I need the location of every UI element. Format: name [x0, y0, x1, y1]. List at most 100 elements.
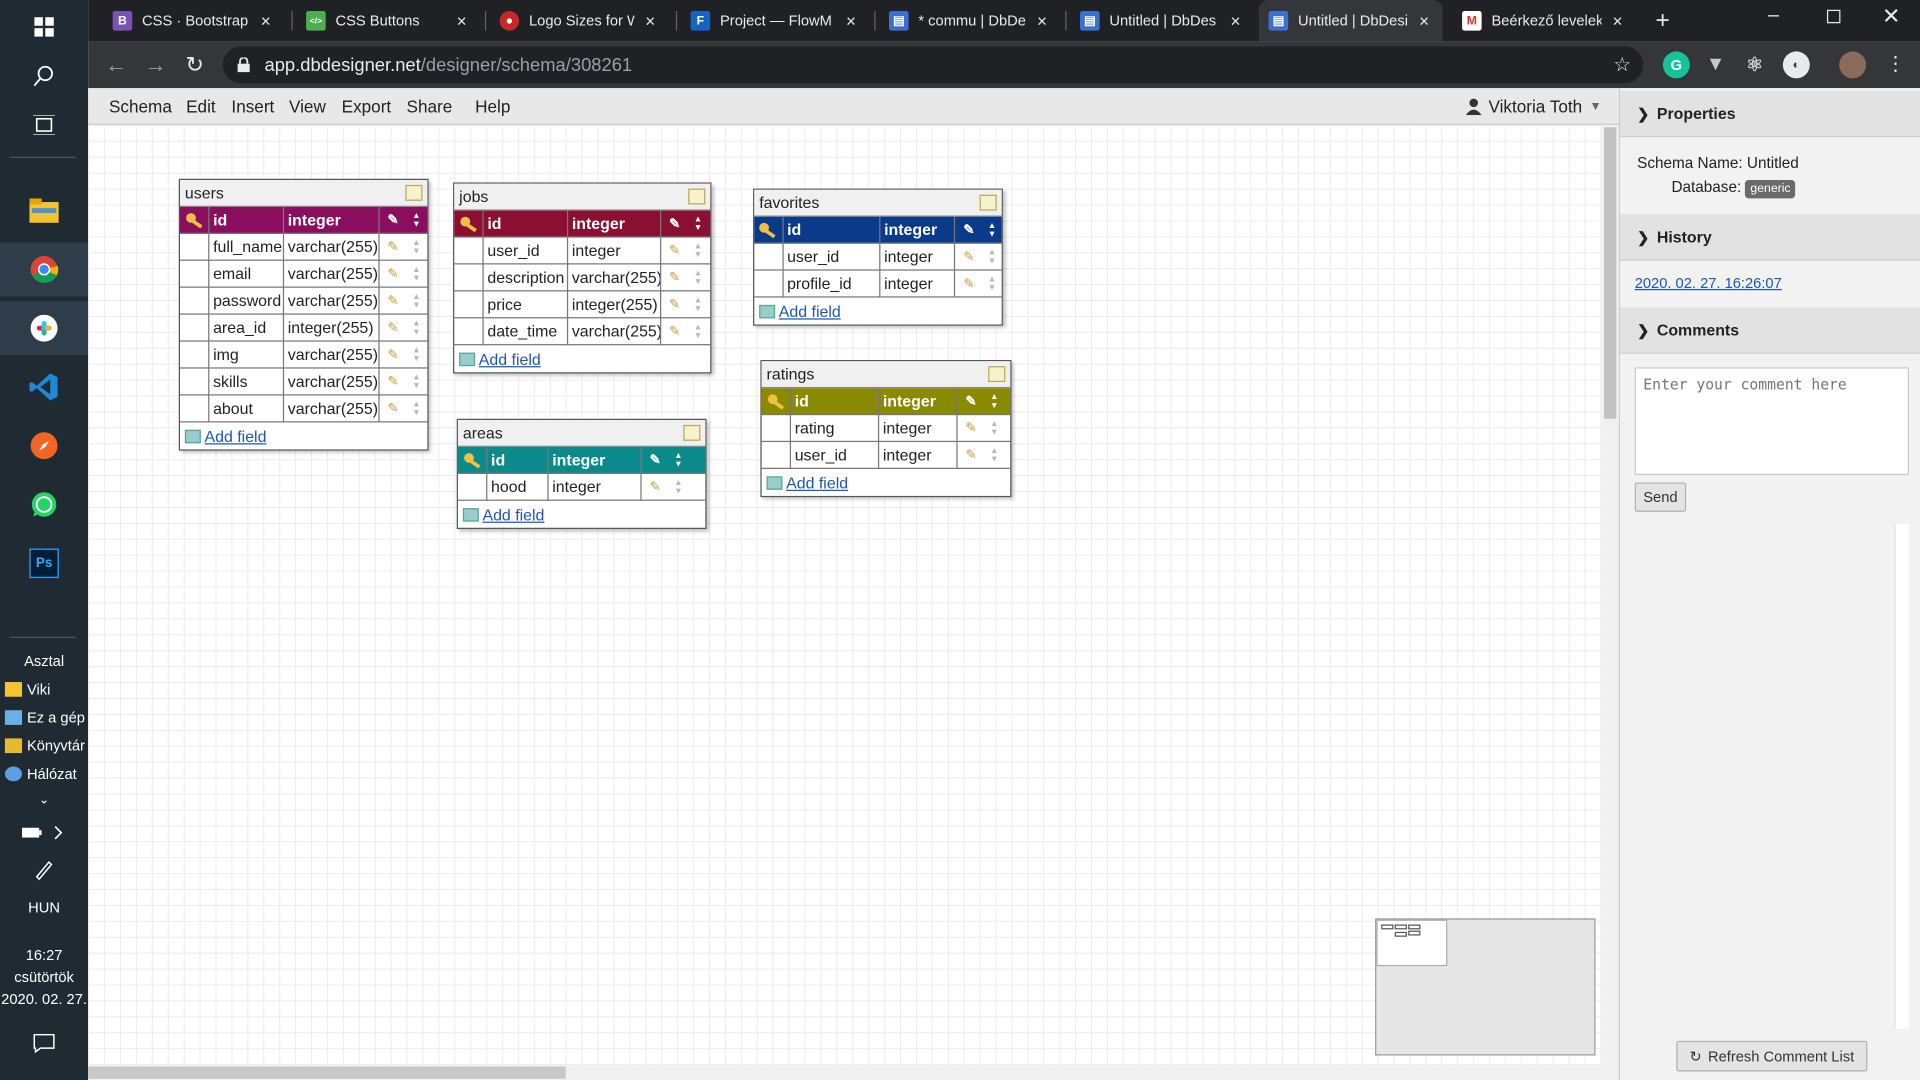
sort-handle-icon[interactable]: ▲ ▼	[688, 318, 708, 345]
browser-tab[interactable]: ▤ * commu | DbDe ×	[879, 0, 1060, 42]
table-favorites[interactable]: favorites id integer ✎ ▲ ▼ user_id integer ✎ ▲ ▼ pr…	[753, 188, 1003, 326]
close-icon[interactable]: ×	[1227, 11, 1244, 31]
edit-pencil-icon[interactable]: ✎	[380, 206, 407, 233]
close-icon[interactable]: ×	[1416, 11, 1433, 31]
file-explorer-icon[interactable]	[0, 184, 88, 238]
field-row[interactable]: skills varchar(255) ✎ ▲ ▼	[180, 367, 428, 396]
menu-insert[interactable]: Insert	[231, 97, 274, 117]
table-comment-icon[interactable]	[979, 194, 997, 211]
sort-handle-icon[interactable]: ▲ ▼	[407, 287, 427, 314]
field-row[interactable]: img varchar(255) ✎ ▲ ▼	[180, 341, 428, 369]
edit-pencil-icon[interactable]: ✎	[958, 414, 985, 441]
table-users[interactable]: users id integer ✎ ▲ ▼ full_name varchar(255) ✎ ▲…	[178, 178, 429, 451]
browser-tab-active[interactable]: ▤ Untitled | DbDesi ×	[1258, 0, 1443, 42]
more-menu-icon[interactable]: ⋮	[1886, 51, 1906, 75]
sort-handle-icon[interactable]: ▲ ▼	[407, 341, 427, 368]
browser-tab[interactable]: B CSS · Bootstrap ×	[103, 0, 284, 42]
field-row[interactable]: user_id integer ✎ ▲ ▼	[454, 236, 711, 265]
field-row[interactable]: price integer(255) ✎ ▲ ▼	[454, 290, 711, 319]
edit-pencil-icon[interactable]: ✎	[642, 446, 669, 473]
table-ratings[interactable]: ratings id integer ✎ ▲ ▼ rating integer ✎ ▲ ▼ user_…	[760, 360, 1012, 498]
table-comment-icon[interactable]	[683, 424, 701, 441]
edit-pencil-icon[interactable]: ✎	[380, 395, 407, 422]
compass-icon[interactable]	[0, 419, 88, 473]
field-row[interactable]: profile_id integer ✎ ▲ ▼	[754, 270, 1002, 298]
history-header[interactable]: ❯ History	[1620, 214, 1920, 261]
edit-pencil-icon[interactable]: ✎	[661, 318, 688, 345]
primary-key-row[interactable]: id integer ✎ ▲ ▼	[454, 210, 711, 238]
add-field-link[interactable]: Add field	[482, 505, 544, 523]
properties-header[interactable]: ❯ Properties	[1620, 90, 1920, 138]
minimap-viewport[interactable]	[1376, 919, 1448, 967]
send-button[interactable]: Send	[1634, 482, 1687, 512]
add-field-row[interactable]: Add field	[458, 501, 705, 528]
sort-handle-icon[interactable]: ▲ ▼	[407, 314, 427, 341]
add-field-link[interactable]: Add field	[479, 350, 541, 368]
browser-tab[interactable]: M Beérkező levelek ×	[1452, 0, 1636, 42]
add-field-row[interactable]: Add field	[180, 422, 427, 449]
react-devtools-icon[interactable]: ⚛	[1741, 51, 1768, 78]
sort-handle-icon[interactable]: ▲ ▼	[688, 264, 708, 291]
edit-pencil-icon[interactable]: ✎	[661, 264, 688, 291]
field-row[interactable]: user_id integer ✎ ▲ ▼	[761, 441, 1011, 469]
sort-handle-icon[interactable]: ▲ ▼	[407, 260, 427, 287]
pen-icon[interactable]	[0, 842, 88, 896]
restore-icon[interactable]	[1826, 9, 1841, 24]
sort-handle-icon[interactable]: ▲ ▼	[688, 237, 708, 264]
field-row[interactable]: date_time varchar(255) ✎ ▲ ▼	[454, 317, 711, 346]
vscode-icon[interactable]	[0, 360, 88, 414]
sort-handle-icon[interactable]: ▲ ▼	[982, 270, 1001, 297]
browser-tab[interactable]: ● Logo Sizes for W ×	[490, 0, 669, 42]
edit-pencil-icon[interactable]: ✎	[380, 260, 407, 287]
edit-pencil-icon[interactable]: ✎	[642, 473, 669, 500]
field-row[interactable]: area_id integer(255) ✎ ▲ ▼	[180, 314, 428, 342]
close-icon[interactable]: ×	[453, 11, 470, 31]
edit-pencil-icon[interactable]: ✎	[958, 388, 985, 415]
table-header[interactable]: users	[180, 180, 428, 207]
field-row[interactable]: password varchar(255) ✎ ▲ ▼	[180, 287, 428, 315]
windows-start-icon[interactable]	[0, 0, 88, 54]
sort-handle-icon[interactable]: ▲ ▼	[407, 368, 427, 395]
close-icon[interactable]: ×	[1033, 11, 1050, 31]
vue-devtools-icon[interactable]: ▼	[1702, 51, 1729, 78]
user-menu[interactable]: Viktoria Toth ▼	[1465, 97, 1602, 116]
clock-time[interactable]: 16:27	[0, 947, 88, 964]
browser-tab[interactable]: ▤ Untitled | DbDes ×	[1070, 0, 1254, 42]
table-header[interactable]: ratings	[761, 361, 1011, 389]
browser-tab[interactable]: </> CSS Buttons ×	[296, 0, 480, 42]
edit-pencil-icon[interactable]: ✎	[380, 368, 407, 395]
add-field-link[interactable]: Add field	[786, 473, 848, 491]
desktop-item-this-pc[interactable]: Ez a gép	[4, 709, 85, 726]
profile-avatar[interactable]	[1839, 51, 1867, 79]
edit-pencil-icon[interactable]: ✎	[661, 291, 688, 318]
window-close-icon[interactable]: ✕	[1882, 4, 1900, 30]
sort-handle-icon[interactable]: ▲ ▼	[407, 233, 427, 260]
add-field-link[interactable]: Add field	[779, 302, 841, 320]
sort-handle-icon[interactable]: ▲ ▼	[982, 243, 1001, 270]
forward-icon[interactable]: →	[142, 51, 169, 78]
field-row[interactable]: about varchar(255) ✎ ▲ ▼	[180, 394, 428, 423]
edit-pencil-icon[interactable]: ✎	[958, 441, 985, 468]
menu-edit[interactable]: Edit	[186, 97, 216, 117]
edit-pencil-icon[interactable]: ✎	[380, 233, 407, 260]
chrome-icon[interactable]	[0, 242, 89, 297]
edit-pencil-icon[interactable]: ✎	[661, 210, 688, 237]
comments-scrollbar[interactable]	[1894, 524, 1909, 1029]
table-areas[interactable]: areas id integer ✎ ▲ ▼ hood integer ✎ ▲ ▼ Add field	[456, 418, 707, 529]
table-jobs[interactable]: jobs id integer ✎ ▲ ▼ user_id integer ✎ ▲ ▼ descrip…	[453, 182, 712, 374]
field-row[interactable]: user_id integer ✎ ▲ ▼	[754, 243, 1002, 271]
comments-header[interactable]: ❯ Comments	[1620, 307, 1920, 354]
edit-pencil-icon[interactable]: ✎	[661, 237, 688, 264]
horizontal-scroll-thumb[interactable]	[88, 1066, 566, 1079]
primary-key-row[interactable]: id integer ✎ ▲ ▼	[761, 387, 1011, 416]
new-tab-icon[interactable]: +	[1656, 7, 1670, 35]
extension-icon[interactable]: ◐	[1782, 51, 1810, 79]
menu-schema[interactable]: Schema	[109, 97, 172, 117]
sort-handle-icon[interactable]: ▲ ▼	[407, 206, 427, 233]
photoshop-icon[interactable]: Ps	[0, 536, 88, 590]
sort-handle-icon[interactable]: ▲ ▼	[688, 210, 708, 237]
menu-export[interactable]: Export	[342, 97, 392, 117]
history-entry-link[interactable]: 2020. 02. 27. 16:26:07	[1635, 274, 1782, 291]
search-icon[interactable]	[0, 49, 88, 103]
bookmark-star-icon[interactable]: ☆	[1613, 53, 1631, 77]
